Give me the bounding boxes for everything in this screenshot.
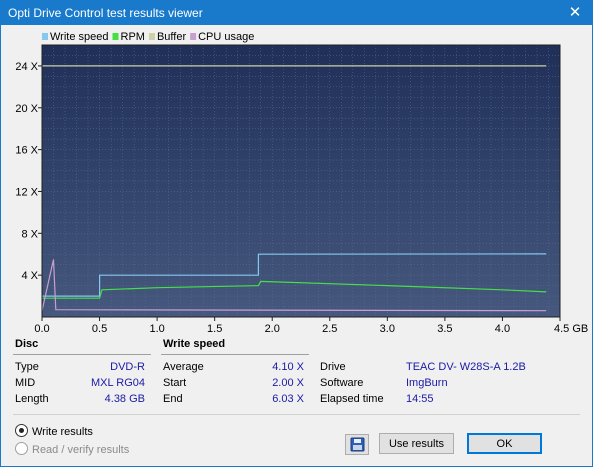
x-tick-label: 3.0 <box>380 323 395 335</box>
x-tick-label: 3.5 <box>437 323 452 335</box>
software-label: Software <box>320 377 364 389</box>
read-verify-label: Read / verify results <box>32 444 130 456</box>
x-tick-label: 2.0 <box>265 323 280 335</box>
average-value: 4.10 X <box>272 361 304 373</box>
y-tick-label: 12 X <box>15 186 38 198</box>
x-tick-label: 2.5 <box>322 323 337 335</box>
ok-button[interactable]: OK <box>467 433 542 454</box>
x-tick-label: 1.0 <box>149 323 164 335</box>
x-tick-label: 0.0 <box>34 323 49 335</box>
end-value: 6.03 X <box>272 393 304 405</box>
chart-svg: 0.0 0.5 1.0 1.5 2.0 2.5 3.0 3.5 4.0 4.5 GB 4 X 8 X 1… <box>2 26 591 336</box>
write-speed-divider <box>161 354 309 355</box>
software-value: ImgBurn <box>406 377 448 389</box>
y-tick-label: 20 X <box>15 103 38 115</box>
legend-swatch <box>190 33 197 40</box>
close-icon[interactable]: ✕ <box>558 1 592 25</box>
x-tick-label: 4.5 GB <box>554 323 588 335</box>
x-tick-label: 1.5 <box>207 323 222 335</box>
disc-mid-label: MID <box>15 377 36 389</box>
drive-value: TEAC DV- W28S-A 1.2B <box>406 361 526 373</box>
disc-heading: Disc <box>15 338 39 350</box>
legend-label: Write speed <box>50 31 109 43</box>
save-button[interactable] <box>345 434 369 455</box>
window-title: Opti Drive Control test results viewer <box>8 6 203 20</box>
legend-swatch <box>112 33 119 40</box>
disc-divider <box>13 354 151 355</box>
disc-length-value: 4.38 GB <box>104 393 145 405</box>
radio-unselected-icon <box>15 442 28 455</box>
legend-label: RPM <box>121 31 145 43</box>
legend-label: CPU usage <box>198 31 254 43</box>
disc-length-label: Length <box>15 393 49 405</box>
write-results-radio[interactable]: Write results <box>15 424 93 438</box>
y-tick-label: 24 X <box>15 61 38 73</box>
legend-swatch <box>148 33 155 40</box>
x-tick-label: 4.0 <box>495 323 510 335</box>
start-label: Start <box>163 377 187 389</box>
title-bar[interactable]: Opti Drive Control test results viewer ✕ <box>1 1 592 25</box>
write-speed-heading: Write speed <box>163 338 226 350</box>
start-value: 2.00 X <box>272 377 304 389</box>
disc-mid-value: MXL RG04 <box>90 377 145 389</box>
footer-divider <box>13 414 580 415</box>
disc-type-value: DVD-R <box>110 361 145 373</box>
end-label: End <box>163 393 183 405</box>
y-tick-label: 16 X <box>15 145 38 157</box>
radio-selected-icon[interactable] <box>15 424 28 437</box>
read-verify-radio: Read / verify results <box>15 442 129 456</box>
results-viewer-window: Opti Drive Control test results viewer ✕… <box>0 0 593 467</box>
use-results-button[interactable]: Use results <box>379 433 454 454</box>
drive-label: Drive <box>320 361 346 373</box>
elapsed-time-label: Elapsed time <box>320 393 384 405</box>
y-tick-label: 8 X <box>21 228 38 240</box>
elapsed-time-value: 14:55 <box>406 393 434 405</box>
write-speed-chart: 0.0 0.5 1.0 1.5 2.0 2.5 3.0 3.5 4.0 4.5 GB 4 X 8 X 1… <box>2 26 591 336</box>
legend-swatch <box>42 33 48 40</box>
disc-type-label: Type <box>15 361 39 373</box>
x-tick-label: 0.5 <box>92 323 107 335</box>
floppy-disk-icon <box>350 437 365 452</box>
average-label: Average <box>163 361 204 373</box>
legend-label: Buffer <box>157 31 186 43</box>
y-tick-label: 4 X <box>21 270 38 282</box>
write-results-label: Write results <box>32 426 93 438</box>
